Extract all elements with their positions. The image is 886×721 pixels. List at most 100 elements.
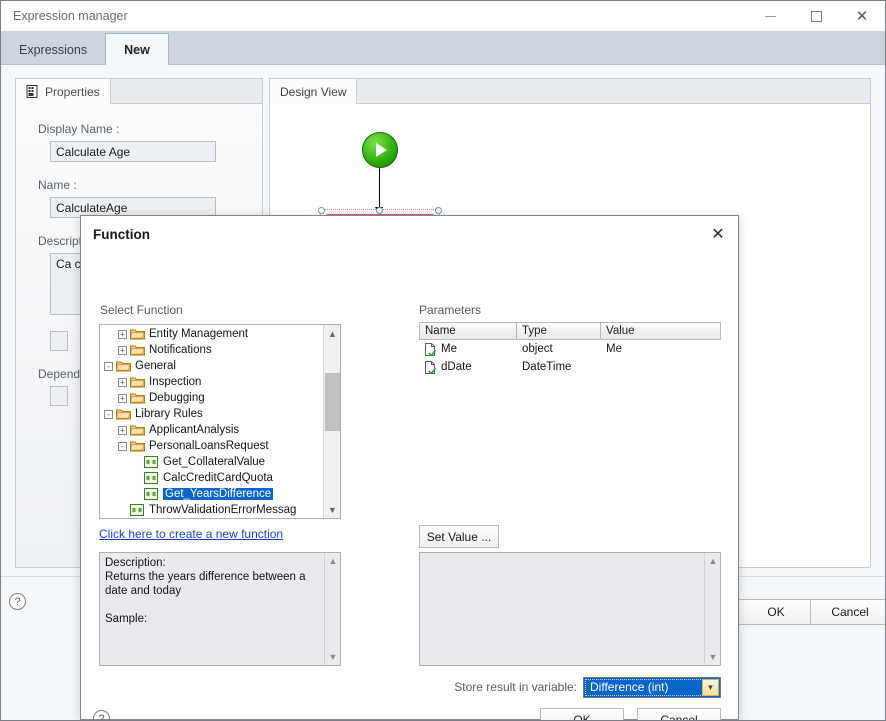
function-dialog-ok-button[interactable]: OK <box>540 708 624 720</box>
tree-item-debugging[interactable]: + Debugging <box>100 390 324 406</box>
scroll-up-icon[interactable]: ▲ <box>324 325 340 342</box>
select-function-label: Select Function <box>100 303 183 317</box>
start-node[interactable] <box>362 132 398 168</box>
store-result-combobox[interactable]: Difference (int) ▼ <box>583 676 721 698</box>
description-scroll-up-icon[interactable]: ▲ <box>325 553 340 569</box>
window-title: Expression manager <box>13 9 128 23</box>
help-button[interactable]: ? <box>9 593 26 610</box>
maximize-button[interactable] <box>793 1 839 31</box>
tree-item-get-collateralvalue[interactable]: Get_CollateralValue <box>100 454 324 470</box>
properties-tab[interactable]: Properties <box>16 79 111 104</box>
value-scroll-down-icon[interactable]: ▼ <box>705 649 720 665</box>
resize-handle-ne[interactable] <box>435 207 442 214</box>
tree-item-label: ApplicantAnalysis <box>149 424 240 436</box>
tab-expressions[interactable]: Expressions <box>1 35 105 65</box>
tree-item-applicantanalysis[interactable]: + ApplicantAnalysis <box>100 422 324 438</box>
display-name-input[interactable]: Calculate Age <box>50 141 216 162</box>
tree-item-general[interactable]: - General <box>100 358 324 374</box>
main-ok-button[interactable]: OK <box>736 599 816 625</box>
value-scroll-up-icon[interactable]: ▲ <box>705 553 720 569</box>
create-new-function-link[interactable]: Click here to create a new function <box>99 527 283 541</box>
tree-expander-icon[interactable]: - <box>118 441 127 451</box>
tree-item-notifications[interactable]: + Notifications <box>100 342 324 358</box>
parameters-table-body: Me object Me dDate DateTime <box>419 340 721 376</box>
tree-expander-icon[interactable]: + <box>118 377 127 387</box>
properties-panel-header: Properties <box>16 79 262 104</box>
function-dialog-body: Select Function Parameters + Entity Manag… <box>81 252 738 720</box>
expression-manager-window: Expression manager ✕ Expressions New Pro… <box>0 0 886 721</box>
scrollbar-thumb[interactable] <box>325 373 340 431</box>
parameter-row[interactable]: dDate DateTime <box>419 358 721 376</box>
function-item-icon <box>144 456 158 468</box>
scroll-down-icon[interactable]: ▼ <box>324 501 340 518</box>
function-description-box: Description: Returns the years differenc… <box>99 552 341 666</box>
tree-item-label: ThrowValidationErrorMessag <box>149 504 297 516</box>
value-scrollbar[interactable]: ▲ ▼ <box>704 553 720 665</box>
function-dialog-cancel-button[interactable]: Cancel <box>637 708 721 720</box>
description-extra-box[interactable] <box>50 331 68 351</box>
set-value-button[interactable]: Set Value ... <box>419 525 499 548</box>
folder-icon <box>130 441 145 452</box>
tree-item-throwvalidationerrormessag[interactable]: ThrowValidationErrorMessag <box>100 502 324 518</box>
tree-item-calccreditcardquota[interactable]: CalcCreditCardQuota <box>100 470 324 486</box>
name-field-group: Name : CalculateAge <box>38 178 244 218</box>
description-scroll-down-icon[interactable]: ▼ <box>325 649 340 665</box>
function-item-icon <box>130 504 144 516</box>
dependencies-box[interactable] <box>50 386 68 406</box>
parameters-col-value: Value <box>601 322 721 340</box>
folder-icon <box>130 329 145 340</box>
main-cancel-button[interactable]: Cancel <box>810 599 885 625</box>
folder-icon <box>130 345 145 356</box>
tree-item-library-rules[interactable]: - Library Rules <box>100 406 324 422</box>
function-value-box[interactable]: ▲ ▼ <box>419 552 721 666</box>
display-name-field-group: Display Name : Calculate Age <box>38 122 244 162</box>
tree-expander-icon[interactable]: + <box>118 425 127 435</box>
properties-tab-label: Properties <box>45 84 100 99</box>
maximize-icon <box>810 10 822 22</box>
tree-expander-icon[interactable]: + <box>118 393 127 403</box>
parameter-type-cell: DateTime <box>522 361 572 373</box>
parameters-label: Parameters <box>419 303 482 317</box>
name-label: Name : <box>38 178 77 192</box>
tree-expander-icon[interactable]: + <box>118 345 127 355</box>
tab-new[interactable]: New <box>105 33 169 65</box>
chevron-down-icon[interactable]: ▼ <box>702 678 719 696</box>
function-tree[interactable]: + Entity Management + Notifications - General… <box>99 324 341 519</box>
tree-item-label: General <box>135 360 176 372</box>
tree-expander-icon[interactable]: - <box>104 409 113 419</box>
window-titlebar: Expression manager ✕ <box>1 1 885 31</box>
folder-icon <box>130 393 145 404</box>
tree-item-label: PersonalLoansRequest <box>149 440 269 452</box>
parameters-table-header: Name Type Value <box>419 322 721 340</box>
parameter-name-cell: dDate <box>419 360 517 374</box>
function-dialog-close-icon[interactable]: ✕ <box>708 224 728 244</box>
parameters-table[interactable]: Name Type Value Me object Me dDate DateTime <box>419 322 721 432</box>
close-button[interactable]: ✕ <box>839 1 885 31</box>
tab-design-view[interactable]: Design View <box>270 79 358 104</box>
folder-icon <box>116 409 131 420</box>
parameters-col-name: Name <box>419 322 517 340</box>
tree-expander-icon[interactable]: + <box>118 329 127 339</box>
tree-item-get-yearsdifference[interactable]: Get_YearsDifference <box>100 486 324 502</box>
function-tree-scrollbar[interactable]: ▲ ▼ <box>323 325 340 518</box>
function-dialog-title: Function <box>93 226 150 242</box>
tree-item-inspection[interactable]: + Inspection <box>100 374 324 390</box>
function-item-icon <box>144 472 158 484</box>
description-scrollbar[interactable]: ▲ ▼ <box>324 553 340 665</box>
minimize-button[interactable] <box>747 1 793 31</box>
tree-expander-icon[interactable]: - <box>104 361 113 371</box>
store-result-value: Difference (int) <box>585 678 703 696</box>
folder-icon <box>130 425 145 436</box>
parameter-value-cell: Me <box>606 343 622 355</box>
resize-handle-nw[interactable] <box>318 207 325 214</box>
parameter-icon <box>425 342 436 356</box>
play-icon <box>376 143 387 157</box>
function-dialog-help-button[interactable]: ? <box>93 710 110 720</box>
parameter-row[interactable]: Me object Me <box>419 340 721 358</box>
tree-item-personalloansrequest[interactable]: - PersonalLoansRequest <box>100 438 324 454</box>
design-view-header: Design View <box>270 79 870 104</box>
resize-handle-n[interactable] <box>376 207 383 214</box>
tree-item-entity-management[interactable]: + Entity Management <box>100 326 324 342</box>
parameter-name-text: dDate <box>441 361 472 373</box>
tree-item-label: Entity Management <box>149 328 249 340</box>
